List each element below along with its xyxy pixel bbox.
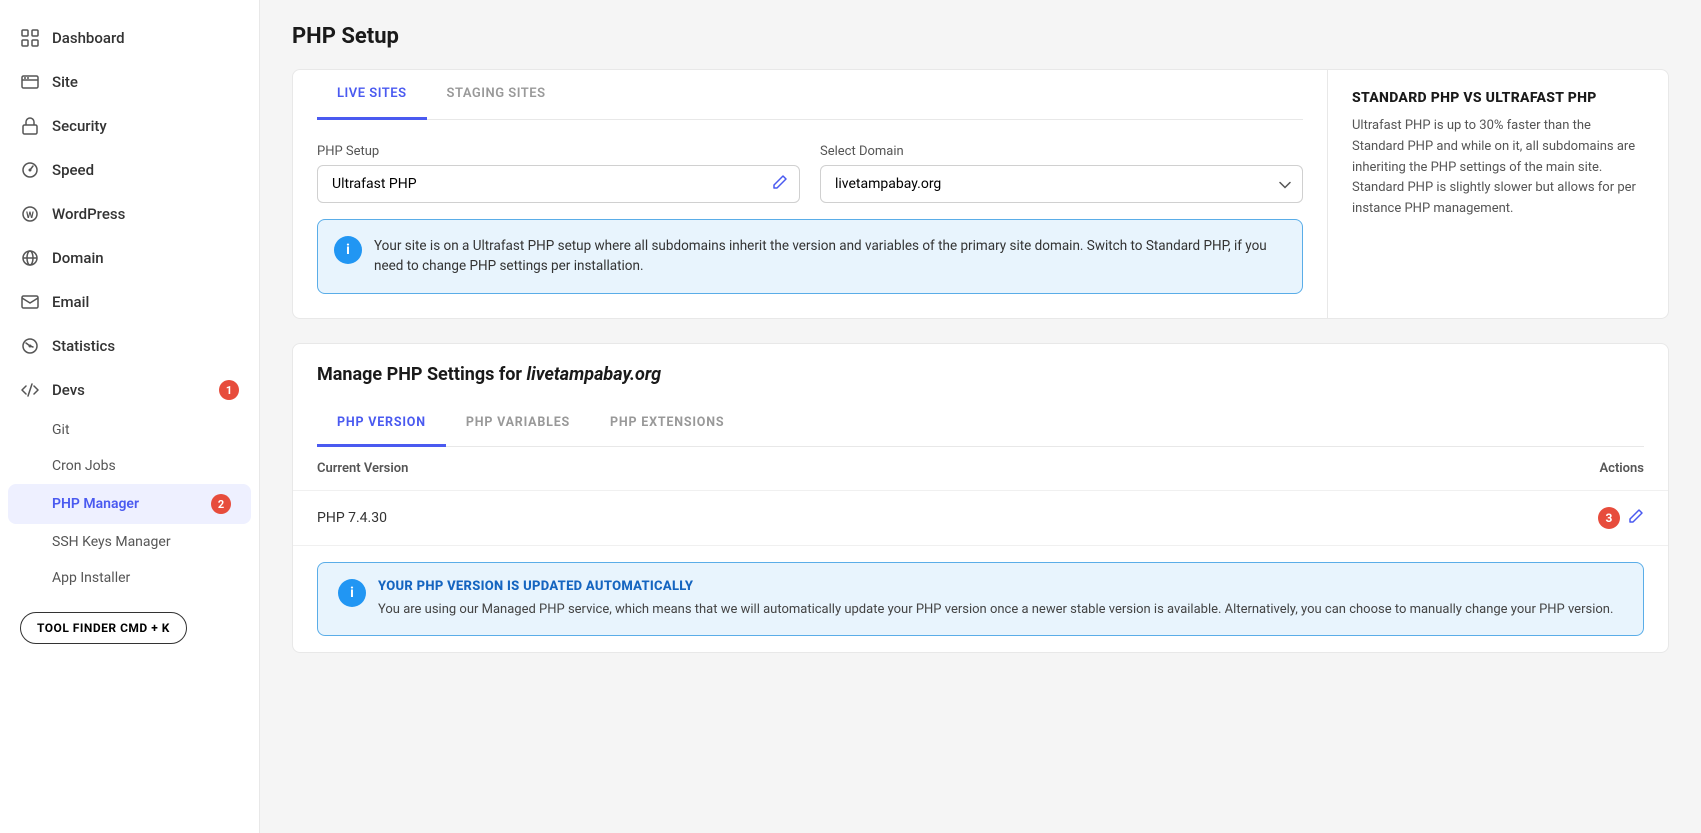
sidebar-item-label: Security bbox=[52, 117, 107, 135]
manage-header: Manage PHP Settings for livetampabay.org… bbox=[293, 344, 1668, 447]
sidebar-subitem-php-manager[interactable]: PHP Manager 2 bbox=[8, 484, 251, 524]
domain-select-group: Select Domain livetampabay.org bbox=[820, 144, 1303, 203]
wp-icon: W bbox=[20, 204, 40, 224]
sidebar-item-domain[interactable]: Domain bbox=[0, 236, 259, 280]
site-tabs: LIVE SITES STAGING SITES bbox=[317, 70, 1303, 120]
php-setup-card: LIVE SITES STAGING SITES PHP Setup Ultra… bbox=[292, 69, 1669, 319]
version-badge: 3 bbox=[1598, 507, 1620, 529]
sidebar-item-label: WordPress bbox=[52, 205, 125, 223]
sidebar-item-label: Speed bbox=[52, 161, 94, 179]
comparison-title: STANDARD PHP VS ULTRAFAST PHP bbox=[1352, 90, 1644, 106]
grid-icon bbox=[20, 28, 40, 48]
page-title: PHP Setup bbox=[292, 24, 1669, 49]
table-header: Current Version Actions bbox=[293, 447, 1668, 491]
auto-update-info-body: You are using our Managed PHP service, w… bbox=[378, 600, 1613, 620]
sidebar-subitem-app-installer[interactable]: App Installer bbox=[0, 560, 259, 596]
sidebar-item-devs[interactable]: Devs 1 bbox=[0, 368, 259, 412]
devs-icon bbox=[20, 380, 40, 400]
email-icon bbox=[20, 292, 40, 312]
php-setup-label: PHP Setup bbox=[317, 144, 800, 159]
tab-staging-sites[interactable]: STAGING SITES bbox=[427, 70, 566, 120]
current-php-version: PHP 7.4.30 bbox=[317, 510, 387, 526]
table-header-version: Current Version bbox=[317, 461, 408, 476]
sidebar-subitem-cron-jobs[interactable]: Cron Jobs bbox=[0, 448, 259, 484]
comparison-description: Ultrafast PHP is up to 30% faster than t… bbox=[1352, 116, 1644, 220]
manage-tab-php-version[interactable]: PHP VERSION bbox=[317, 401, 446, 447]
manage-tab-php-extensions[interactable]: PHP EXTENSIONS bbox=[590, 401, 744, 447]
domain-select[interactable]: livetampabay.org bbox=[820, 165, 1303, 203]
version-actions: 3 bbox=[1598, 507, 1644, 529]
php-setup-input-wrapper: Ultrafast PHP bbox=[317, 165, 800, 203]
sidebar-item-label: Domain bbox=[52, 249, 104, 267]
auto-update-info-icon: i bbox=[338, 579, 366, 607]
stats-icon bbox=[20, 336, 40, 356]
php-setup-input[interactable]: Ultrafast PHP bbox=[317, 165, 800, 203]
sidebar-item-speed[interactable]: Speed bbox=[0, 148, 259, 192]
ultrafast-info-box: i Your site is on a Ultrafast PHP setup … bbox=[317, 219, 1303, 294]
php-form-row: PHP Setup Ultrafast PHP Select Domain bbox=[317, 144, 1303, 203]
auto-update-info-content: YOUR PHP VERSION IS UPDATED AUTOMATICALL… bbox=[378, 579, 1613, 620]
chevron-down-icon bbox=[1279, 175, 1291, 194]
setup-right-panel: STANDARD PHP VS ULTRAFAST PHP Ultrafast … bbox=[1328, 70, 1668, 318]
auto-update-info-title: YOUR PHP VERSION IS UPDATED AUTOMATICALL… bbox=[378, 579, 1613, 594]
php-version-row: PHP 7.4.30 3 bbox=[293, 491, 1668, 546]
devs-subitems: Git Cron Jobs PHP Manager 2 SSH Keys Man… bbox=[0, 412, 259, 596]
devs-badge: 1 bbox=[219, 380, 239, 400]
sidebar-item-label: Dashboard bbox=[52, 29, 125, 47]
sidebar-item-dashboard[interactable]: Dashboard bbox=[0, 16, 259, 60]
manage-tab-php-variables[interactable]: PHP VARIABLES bbox=[446, 401, 590, 447]
globe-icon bbox=[20, 248, 40, 268]
manage-php-section: Manage PHP Settings for livetampabay.org… bbox=[292, 343, 1669, 654]
tab-live-sites[interactable]: LIVE SITES bbox=[317, 70, 427, 120]
info-icon: i bbox=[334, 236, 362, 264]
setup-left-panel: LIVE SITES STAGING SITES PHP Setup Ultra… bbox=[293, 70, 1328, 318]
sidebar-item-label: Devs bbox=[52, 381, 85, 399]
sidebar-item-wordpress[interactable]: W WordPress bbox=[0, 192, 259, 236]
tool-finder-button[interactable]: TOOL FINDER CMD + K bbox=[0, 596, 259, 660]
auto-update-info-box: i YOUR PHP VERSION IS UPDATED AUTOMATICA… bbox=[317, 562, 1644, 637]
sidebar-item-site[interactable]: Site bbox=[0, 60, 259, 104]
table-header-actions: Actions bbox=[1599, 461, 1644, 476]
sidebar: Dashboard Site Security bbox=[0, 0, 260, 833]
php-setup-edit-icon[interactable] bbox=[772, 174, 788, 194]
lock-icon bbox=[20, 116, 40, 136]
sidebar-item-label: Site bbox=[52, 73, 78, 91]
sidebar-item-security[interactable]: Security bbox=[0, 104, 259, 148]
sidebar-item-label: Email bbox=[52, 293, 89, 311]
site-icon bbox=[20, 72, 40, 92]
manage-title: Manage PHP Settings for livetampabay.org bbox=[317, 364, 1644, 385]
php-setup-group: PHP Setup Ultrafast PHP bbox=[317, 144, 800, 203]
main-content: PHP Setup LIVE SITES STAGING SITES PHP S… bbox=[260, 0, 1701, 833]
svg-text:W: W bbox=[26, 211, 34, 221]
speed-icon bbox=[20, 160, 40, 180]
sidebar-item-label: Statistics bbox=[52, 337, 115, 355]
php-manager-badge: 2 bbox=[211, 494, 231, 514]
sidebar-item-email[interactable]: Email bbox=[0, 280, 259, 324]
version-edit-icon[interactable] bbox=[1628, 508, 1644, 528]
sidebar-item-statistics[interactable]: Statistics bbox=[0, 324, 259, 368]
ultrafast-info-text: Your site is on a Ultrafast PHP setup wh… bbox=[374, 236, 1286, 277]
domain-select-label: Select Domain bbox=[820, 144, 1303, 159]
sidebar-subitem-git[interactable]: Git bbox=[0, 412, 259, 448]
manage-tabs: PHP VERSION PHP VARIABLES PHP EXTENSIONS bbox=[317, 401, 1644, 447]
sidebar-subitem-ssh-keys[interactable]: SSH Keys Manager bbox=[0, 524, 259, 560]
domain-select-wrapper: livetampabay.org bbox=[820, 165, 1303, 203]
